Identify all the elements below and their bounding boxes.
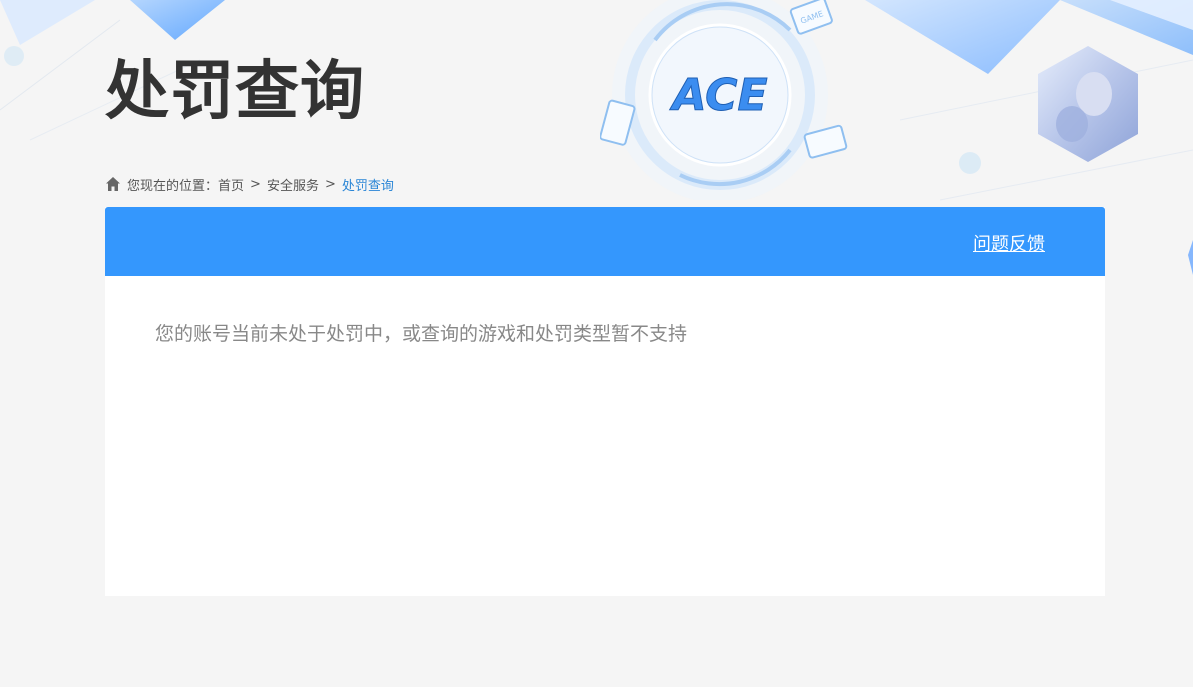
feedback-link[interactable]: 问题反馈 xyxy=(973,230,1045,256)
breadcrumb: 您现在的位置： 首页 > 安全服务 > 处罚查询 xyxy=(105,174,394,194)
result-message: 您的账号当前未处于处罚中，或查询的游戏和处罚类型暂不支持 xyxy=(155,323,688,345)
breadcrumb-separator: > xyxy=(324,176,336,192)
breadcrumb-security-service[interactable]: 安全服务 xyxy=(267,175,319,194)
page-title: 处罚查询 xyxy=(105,55,365,129)
result-panel: 问题反馈 您的账号当前未处于处罚中，或查询的游戏和处罚类型暂不支持 xyxy=(105,207,1105,596)
breadcrumb-current: 处罚查询 xyxy=(341,178,394,194)
breadcrumb-separator: > xyxy=(250,176,261,192)
ace-logo: ACE GAME xyxy=(600,0,848,200)
home-icon xyxy=(106,177,120,191)
character-avatar xyxy=(1038,46,1138,162)
panel-header: 问题反馈 xyxy=(105,207,1105,276)
ace-logo-text: ACE xyxy=(669,70,767,121)
page: ACE GAME 处罚查询 您现在的位置： 首页 > 安全服务 > 处罚查询 问… xyxy=(0,0,1193,687)
breadcrumb-home[interactable]: 首页 xyxy=(218,175,244,194)
breadcrumb-prefix: 您现在的位置： xyxy=(127,178,219,194)
